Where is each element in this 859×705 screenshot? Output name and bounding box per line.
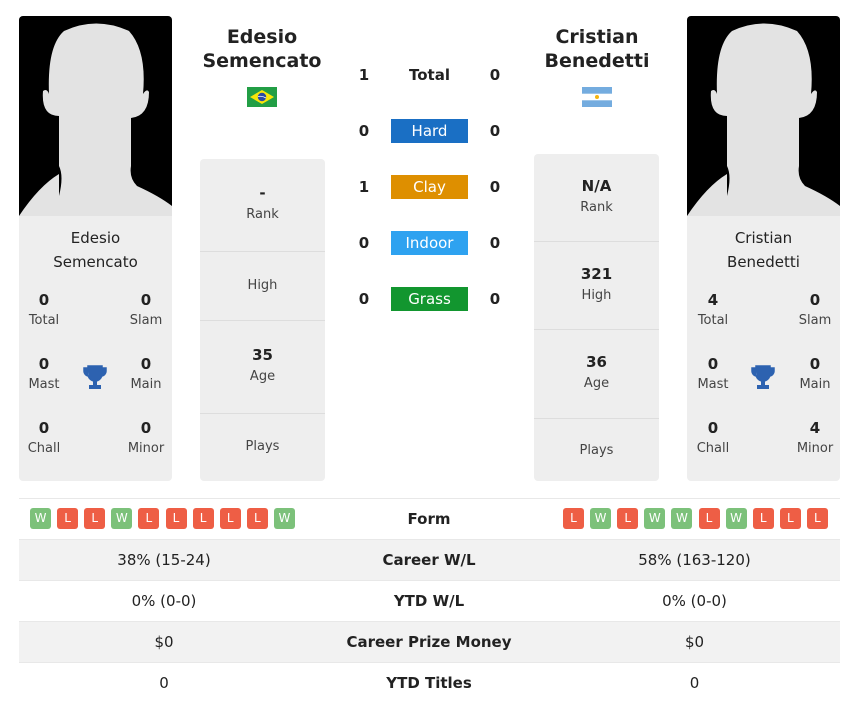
player2-high: 321 High	[534, 241, 659, 329]
player1-value: $0	[154, 633, 174, 651]
stat-row-ytd-titles: 0 YTD Titles 0	[19, 662, 840, 703]
player2-plays: Plays	[534, 418, 659, 481]
player2-mast: 0 Mast	[697, 355, 729, 392]
player1-plays: Plays	[200, 413, 325, 481]
form-badge-loss: L	[57, 508, 79, 529]
player1-total: 0 Total	[28, 291, 60, 328]
player2-value: 0% (0-0)	[662, 592, 727, 610]
player1-mast: 0 Mast	[28, 355, 60, 392]
form-badge-loss: L	[806, 508, 828, 529]
form-badge-win: W	[671, 508, 693, 529]
stat-label: YTD W/L	[393, 592, 465, 610]
surface-badge-hard[interactable]: Hard	[391, 119, 468, 143]
player1-value: 0	[159, 674, 169, 692]
form-badge-loss: L	[752, 508, 774, 529]
avatar-silhouette-icon	[19, 23, 172, 216]
trophy-icon	[751, 365, 775, 389]
stat-label: Career Prize Money	[346, 633, 512, 651]
player2-card: Cristian Benedetti 4 Total 0 Slam 0 Mast 0 Ma…	[687, 16, 840, 481]
player1-chall: 0 Chall	[27, 419, 61, 456]
player2-value: 58% (163-120)	[638, 551, 751, 569]
player1-main: 0 Main	[130, 355, 162, 392]
stat-label: Career W/L	[382, 551, 476, 569]
h2h-p2-clay: 0	[489, 178, 501, 196]
h2h-label-total: Total	[409, 66, 450, 84]
brazil-flag-icon	[247, 87, 277, 107]
player1-name: Edesio Semencato	[53, 229, 138, 271]
stat-row-ytd-w-l: 0% (0-0) YTD W/L 0% (0-0)	[19, 580, 840, 621]
player1-minor: 0 Minor	[127, 419, 165, 456]
player1-value: 38% (15-24)	[117, 551, 211, 569]
player2-total: 4 Total	[697, 291, 729, 328]
form-badge-loss: L	[246, 508, 268, 529]
form-badge-loss: L	[165, 508, 187, 529]
form-badge-win: W	[111, 508, 133, 529]
player1-value: 0% (0-0)	[131, 592, 197, 610]
h2h-p2-hard: 0	[489, 122, 501, 140]
h2h-p1-indoor: 0	[358, 234, 370, 252]
form-badge-loss: L	[138, 508, 160, 529]
stat-label: YTD Titles	[386, 674, 472, 692]
form-badge-win: W	[644, 508, 666, 529]
player1-rank: - Rank	[246, 184, 279, 222]
form-badge-loss: L	[84, 508, 106, 529]
player2-title[interactable]: Cristian Benedetti	[517, 25, 677, 73]
player1-photo	[19, 16, 172, 216]
form-badge-loss: L	[617, 508, 639, 529]
form-badge-loss: L	[563, 508, 584, 529]
form-badge-win: W	[590, 508, 612, 529]
argentina-flag-icon	[582, 87, 612, 107]
player2-photo	[687, 16, 840, 216]
surface-badge-indoor[interactable]: Indoor	[391, 231, 468, 255]
trophy-icon	[83, 365, 107, 389]
player2-rank: N/A Rank	[580, 177, 613, 215]
player2-name: Cristian Benedetti	[727, 229, 800, 271]
form-badge-win: W	[725, 508, 747, 529]
player2-minor: 4 Minor	[796, 419, 834, 456]
form-badge-loss: L	[192, 508, 214, 529]
player1-slam: 0 Slam	[129, 291, 163, 328]
form-row: WLLWLLLLLW Form LWLWWLWLLL	[19, 498, 840, 539]
h2h-p1-clay: 1	[358, 178, 370, 196]
player2-main: 0 Main	[799, 355, 831, 392]
form-badge-win: W	[273, 508, 295, 529]
form-badge-loss: L	[698, 508, 720, 529]
h2h-p1-grass: 0	[358, 290, 370, 308]
form-badge-loss: L	[779, 508, 801, 529]
player2-value: $0	[684, 633, 705, 651]
h2h-p2-grass: 0	[489, 290, 501, 308]
stat-row-career-w-l: 38% (15-24) Career W/L 58% (163-120)	[19, 539, 840, 580]
form-badge-win: W	[30, 508, 51, 529]
h2h-p2-indoor: 0	[489, 234, 501, 252]
player1-stats-box: - Rank High 35 Age Plays	[200, 159, 325, 481]
stat-row-career-prize-money: $0 Career Prize Money $0	[19, 621, 840, 662]
surface-badge-clay[interactable]: Clay	[391, 175, 468, 199]
form-badge-loss: L	[219, 508, 241, 529]
player2-slam: 0 Slam	[798, 291, 832, 328]
player1-card: Edesio Semencato 0 Total 0 Slam 0 Mast 0 Main…	[19, 16, 172, 481]
player1-high: High	[200, 251, 325, 320]
player1-title[interactable]: Edesio Semencato	[182, 25, 342, 73]
h2h-p2-total: 0	[489, 66, 501, 84]
h2h-p1-hard: 0	[358, 122, 370, 140]
player2-stats-box: N/A Rank 321 High 36 Age Plays	[534, 154, 659, 481]
avatar-silhouette-icon	[687, 23, 840, 216]
player2-age: 36 Age	[534, 329, 659, 418]
player2-value: 0	[689, 674, 700, 692]
surface-badge-grass[interactable]: Grass	[391, 287, 468, 311]
h2h-p1-total: 1	[358, 66, 370, 84]
player2-chall: 0 Chall	[696, 419, 730, 456]
player1-age: 35 Age	[200, 320, 325, 413]
form-label: Form	[407, 510, 451, 528]
